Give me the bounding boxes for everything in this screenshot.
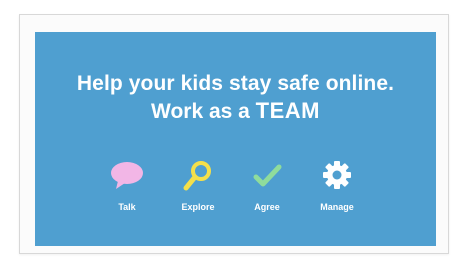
safety-banner[interactable]: Help your kids stay safe online. Work as… (35, 32, 436, 246)
step-label-manage: Manage (320, 202, 354, 212)
headline-team-word: TEAM (255, 98, 320, 124)
gear-icon (323, 161, 351, 189)
step-explore: Explore (166, 160, 230, 212)
step-label-agree: Agree (254, 202, 280, 212)
step-label-explore: Explore (181, 202, 215, 212)
step-manage: Manage (305, 160, 369, 212)
step-label-talk: Talk (118, 202, 136, 212)
headline-line-2-text: Work as a (151, 100, 256, 124)
magnifying-glass-icon (183, 161, 211, 191)
banner-headline: Help your kids stay safe online. Work as… (35, 72, 436, 124)
step-agree: Agree (235, 160, 299, 212)
speech-bubble-icon (111, 162, 143, 189)
steps-row: Talk Explore Agree Manage (35, 160, 436, 230)
headline-line-1: Help your kids stay safe online. (76, 72, 395, 95)
headline-line-2: Work as a TEAM (35, 98, 436, 124)
step-talk: Talk (95, 160, 159, 212)
checkmark-icon (253, 164, 282, 187)
